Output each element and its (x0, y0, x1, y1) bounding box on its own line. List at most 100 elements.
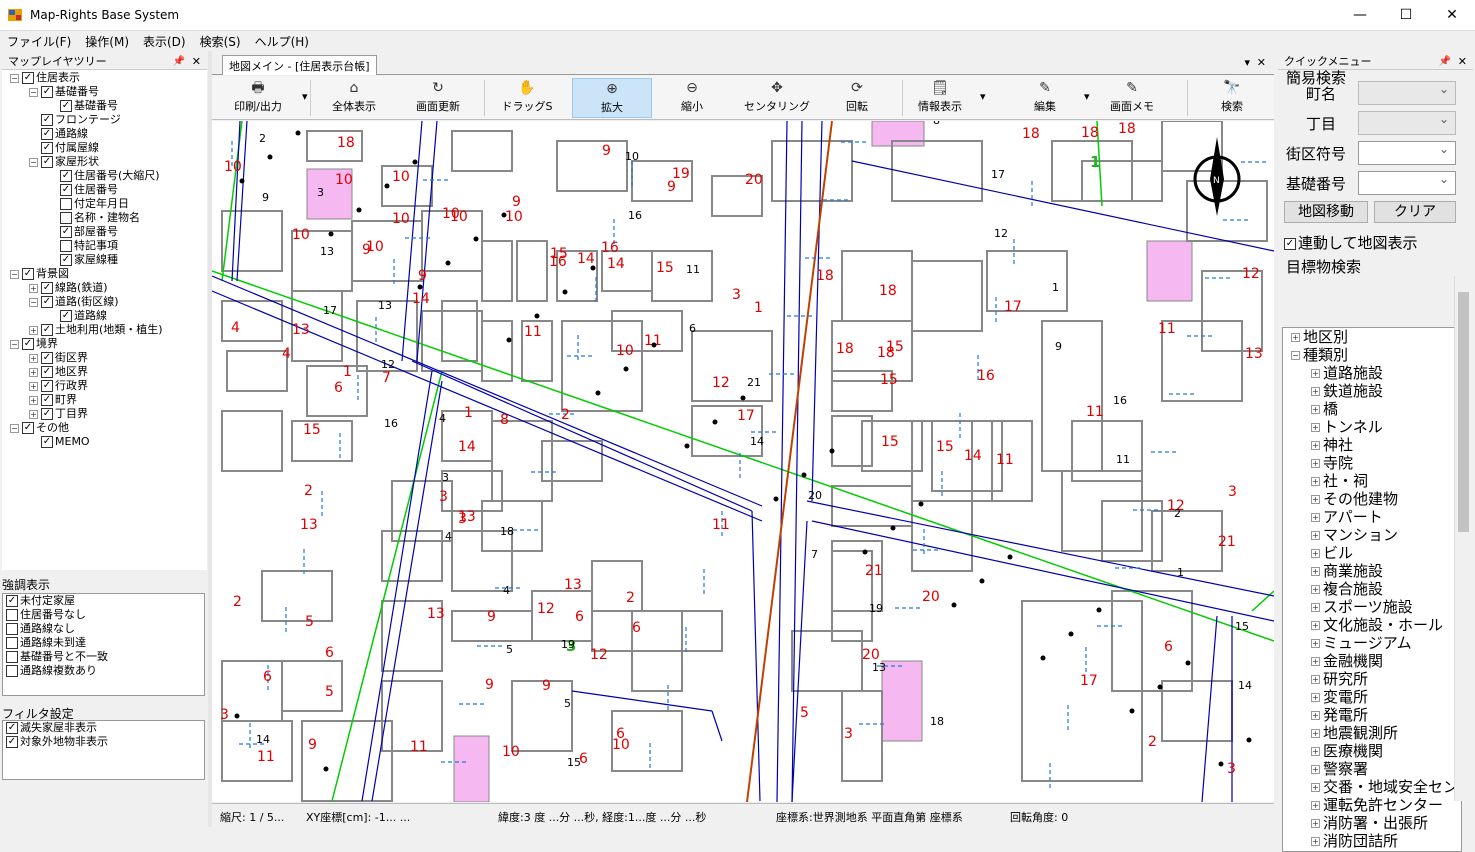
toolbar-button[interactable]: ✎ 編集 (1008, 78, 1082, 118)
filter-checkbox[interactable]: ✓ (6, 736, 18, 748)
layer-item[interactable]: ✓ 部屋番号 (48, 225, 118, 239)
menu-operation[interactable]: 操作(M) (78, 31, 136, 50)
layer-checkbox[interactable]: ✓ (22, 422, 34, 434)
map-move-button[interactable]: 地図移動 (1284, 201, 1368, 223)
expand-icon[interactable]: + (29, 367, 38, 377)
layer-item[interactable]: ✓ 住居番号 (48, 183, 118, 197)
tab-dropdown-icon[interactable]: ▾ (1244, 56, 1250, 69)
expand-icon[interactable]: + (1311, 693, 1320, 702)
highlight-item[interactable]: 基礎番号と不一致 (3, 650, 204, 664)
layer-checkbox[interactable]: ✓ (41, 156, 53, 168)
target-tree-item[interactable]: + 運転免許センター (1283, 796, 1461, 814)
target-tree-item[interactable]: + 橋 (1283, 400, 1461, 418)
town-select[interactable] (1358, 81, 1456, 105)
map-svg[interactable]: 1018101099192091181818101010101010991616… (212, 121, 1274, 802)
target-tree-item[interactable]: + トンネル (1283, 418, 1461, 436)
dropdown-arrow-icon[interactable]: ▾ (980, 90, 986, 103)
layer-checkbox[interactable]: ✓ (22, 338, 34, 350)
expand-icon[interactable]: − (29, 297, 38, 307)
expand-icon[interactable]: + (29, 381, 38, 391)
close-icon[interactable]: ✕ (1458, 53, 1467, 70)
expand-icon[interactable]: + (1311, 477, 1320, 486)
expand-icon[interactable]: + (1311, 747, 1320, 756)
layer-checkbox[interactable]: ✓ (41, 128, 53, 140)
expand-icon[interactable]: + (1311, 549, 1320, 558)
layer-item[interactable]: ✓ 住居番号(大縮尺) (48, 169, 160, 183)
layer-checkbox[interactable]: ✓ (60, 184, 72, 196)
expand-icon[interactable]: + (29, 395, 38, 405)
target-tree-item[interactable]: + 変電所 (1283, 688, 1461, 706)
target-tree-item[interactable]: + 金融機関 (1283, 652, 1461, 670)
layer-item[interactable]: 特記事項 (48, 239, 118, 253)
toolbar-button[interactable]: 🗒 情報表示 (902, 78, 978, 118)
layer-checkbox[interactable] (60, 198, 72, 210)
layer-item[interactable]: ✓ MEMO (29, 435, 90, 449)
layer-checkbox[interactable]: ✓ (41, 324, 53, 336)
expand-icon[interactable]: + (1311, 639, 1320, 648)
expand-icon[interactable]: − (10, 339, 19, 349)
scroll-thumb[interactable] (1458, 292, 1469, 532)
expand-icon[interactable]: + (1311, 585, 1320, 594)
expand-icon[interactable]: + (1311, 711, 1320, 720)
toolbar-button[interactable]: ✥ センタリング (734, 78, 820, 118)
map-canvas[interactable]: 1018101099192091181818101010101010991616… (212, 121, 1274, 802)
target-tree-item[interactable]: + その他建物 (1283, 490, 1461, 508)
layer-checkbox[interactable] (60, 240, 72, 252)
highlight-item[interactable]: 通路線複数あり (3, 664, 204, 678)
target-tree-item[interactable]: + ミュージアム (1283, 634, 1461, 652)
highlight-checkbox[interactable] (6, 665, 18, 677)
layer-item[interactable]: − ✓ 境界 (10, 337, 58, 351)
layer-item[interactable]: ✓ 道路線 (48, 309, 107, 323)
target-tree-item[interactable]: + スポーツ施設 (1283, 598, 1461, 616)
highlight-item[interactable]: ✓ 未付定家屋 (3, 594, 204, 608)
expand-icon[interactable]: + (1311, 459, 1320, 468)
toolbar-button[interactable]: 🔭 検索 (1190, 78, 1274, 118)
layer-item[interactable]: ✓ 付属屋線 (29, 141, 99, 155)
layer-item[interactable]: − ✓ その他 (10, 421, 69, 435)
layer-item[interactable]: + ✓ 行政界 (29, 379, 88, 393)
target-tree-item[interactable]: + 交番・地域安全セン (1283, 778, 1461, 796)
layer-checkbox[interactable]: ✓ (41, 352, 53, 364)
layer-checkbox[interactable]: ✓ (22, 72, 34, 84)
pin-icon[interactable]: 📌 (1439, 53, 1451, 70)
layer-checkbox[interactable]: ✓ (41, 296, 53, 308)
target-tree-item[interactable]: + 地震観測所 (1283, 724, 1461, 742)
layer-checkbox[interactable]: ✓ (41, 408, 53, 420)
tab-close-icon[interactable]: ✕ (1257, 56, 1266, 69)
toolbar-button[interactable]: ⟳ 回転 (820, 78, 894, 118)
layer-checkbox[interactable]: ✓ (41, 142, 53, 154)
target-tree-item[interactable]: + 社・祠 (1283, 472, 1461, 490)
target-tree-item[interactable]: + 警察署 (1283, 760, 1461, 778)
target-tree-item[interactable]: + ビル (1283, 544, 1461, 562)
sync-checkbox[interactable]: ✓ 連動して地図表示 (1284, 232, 1418, 253)
expand-icon[interactable]: + (1291, 333, 1300, 342)
highlight-item[interactable]: 通路線未到達 (3, 636, 204, 650)
toolbar-button[interactable]: ✋ ドラッグS (484, 78, 570, 118)
layer-item[interactable]: + ✓ 土地利用(地類・植生) (29, 323, 163, 337)
layer-checkbox[interactable]: ✓ (60, 170, 72, 182)
target-tree-item[interactable]: + 研究所 (1283, 670, 1461, 688)
target-tree-item[interactable]: + 鉄道施設 (1283, 382, 1461, 400)
layer-checkbox[interactable]: ✓ (60, 310, 72, 322)
expand-icon[interactable]: + (29, 409, 38, 419)
expand-icon[interactable]: + (29, 283, 38, 293)
dropdown-arrow-icon[interactable]: ▾ (1084, 90, 1090, 103)
layer-item[interactable]: ✓ 家屋線種 (48, 253, 118, 267)
layer-checkbox[interactable]: ✓ (41, 114, 53, 126)
expand-icon[interactable]: + (1311, 801, 1320, 810)
expand-icon[interactable]: + (1311, 495, 1320, 504)
target-tree-item[interactable]: + 寺院 (1283, 454, 1461, 472)
layer-checkbox[interactable]: ✓ (41, 86, 53, 98)
expand-icon[interactable]: + (1311, 729, 1320, 738)
dropdown-arrow-icon[interactable]: ▾ (302, 90, 308, 103)
expand-icon[interactable]: + (1311, 369, 1320, 378)
expand-icon[interactable]: + (1311, 441, 1320, 450)
expand-icon[interactable]: + (1311, 765, 1320, 774)
minimize-button[interactable]: — (1337, 0, 1383, 31)
target-tree-item[interactable]: + 地区別 (1283, 328, 1461, 346)
expand-icon[interactable]: + (1311, 513, 1320, 522)
base-number-select[interactable] (1358, 171, 1456, 195)
layer-checkbox[interactable]: ✓ (41, 436, 53, 448)
layer-item[interactable]: − ✓ 基礎番号 (29, 85, 99, 99)
toolbar-button[interactable]: ↻ 画面更新 (398, 78, 478, 118)
